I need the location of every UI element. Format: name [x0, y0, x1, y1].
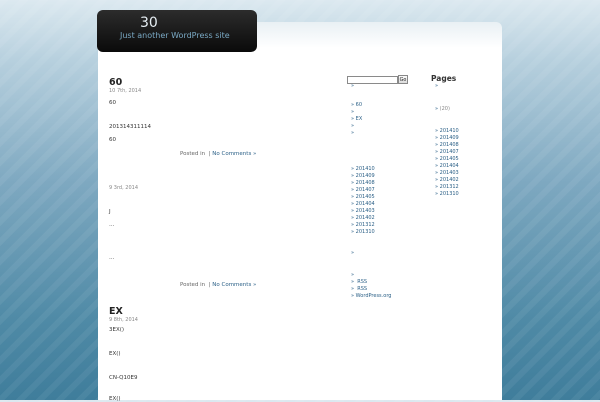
- post-title-3[interactable]: EX: [109, 306, 123, 317]
- sidebar-bullet: »: [435, 83, 439, 89]
- post-meta-1: Posted in | No Comments »: [180, 151, 257, 157]
- list-item[interactable]: » 201407: [351, 187, 375, 194]
- recent-posts-list: » 60 » » EX » »: [351, 102, 362, 137]
- post-paragraph: 201314311114: [109, 124, 151, 130]
- list-item[interactable]: » 201405: [351, 194, 375, 201]
- list-item[interactable]: » 201409: [435, 135, 459, 142]
- post-paragraph: J: [109, 209, 111, 215]
- comments-link-1[interactable]: No Comments »: [212, 151, 256, 157]
- list-item[interactable]: » EX: [351, 116, 362, 123]
- sidebar-bullet: »: [351, 250, 355, 256]
- posted-in-label: Posted in: [180, 151, 206, 157]
- category-count: (20): [439, 106, 450, 112]
- list-item[interactable]: » 60: [351, 102, 362, 109]
- sidebar-bullet: »: [351, 123, 355, 129]
- post-paragraph: CN-Q10E9: [109, 375, 138, 381]
- search-input[interactable]: [347, 76, 398, 84]
- list-item[interactable]: » RSS: [351, 286, 391, 293]
- post-paragraph: …: [109, 222, 115, 228]
- list-item[interactable]: » 201409: [351, 173, 375, 180]
- site-description: Just another WordPress site: [120, 31, 230, 40]
- meta-list: » » RSS » RSS » WordPress.org: [351, 272, 391, 300]
- list-item[interactable]: » 201402: [351, 215, 375, 222]
- list-item[interactable]: » 201404: [351, 201, 375, 208]
- list-item[interactable]: » RSS: [351, 279, 391, 286]
- list-item[interactable]: » 201403: [435, 170, 459, 177]
- list-item[interactable]: » 201403: [351, 208, 375, 215]
- list-item[interactable]: » 201408: [435, 142, 459, 149]
- sidebar-bullet: »: [351, 130, 355, 136]
- list-item[interactable]: » 201402: [435, 177, 459, 184]
- list-item[interactable]: » 201408: [351, 180, 375, 187]
- comments-link-2[interactable]: No Comments »: [212, 282, 256, 288]
- post-meta-2: Posted in | No Comments »: [180, 282, 257, 288]
- search-go-button[interactable]: Go: [398, 75, 408, 84]
- list-item[interactable]: » WordPress.org: [351, 293, 391, 300]
- post-date-3: 9 8th, 2014: [109, 317, 138, 323]
- site-title-link[interactable]: 30: [140, 15, 158, 31]
- list-item[interactable]: »: [351, 109, 362, 116]
- post-paragraph: 60: [109, 100, 116, 106]
- list-item[interactable]: » 201404: [435, 163, 459, 170]
- categories-list: » (20): [435, 106, 450, 113]
- post-title-1[interactable]: 60: [109, 77, 122, 88]
- list-item[interactable]: » 201410: [351, 166, 375, 173]
- posted-in-label: Posted in: [180, 282, 206, 288]
- archives-list: » 201410 » 201409 » 201408 » 201407 » 20…: [351, 166, 375, 236]
- list-item[interactable]: » 201410: [435, 128, 459, 135]
- list-item[interactable]: » 201405: [435, 156, 459, 163]
- pages-heading: Pages: [431, 74, 457, 83]
- list-item[interactable]: » 201310: [435, 191, 459, 198]
- post-paragraph: 3EX(): [109, 327, 125, 333]
- post-date-2: 9 3rd, 2014: [109, 185, 138, 191]
- sidebar-bullet: »: [351, 272, 355, 278]
- sidebar-bullet: »: [351, 83, 355, 89]
- list-item[interactable]: » 201312: [351, 222, 375, 229]
- list-item[interactable]: » 201312: [435, 184, 459, 191]
- list-item[interactable]: » 201310: [351, 229, 375, 236]
- archives-list-right: » 201410 » 201409 » 201408 » 201407 » 20…: [435, 128, 459, 198]
- list-item[interactable]: » (20): [435, 106, 450, 113]
- post-date-1: 10 7th, 2014: [109, 88, 142, 94]
- post-paragraph: 60: [109, 137, 116, 143]
- list-item[interactable]: » 201407: [435, 149, 459, 156]
- post-paragraph: …: [109, 255, 115, 261]
- post-paragraph: EX(): [109, 396, 121, 402]
- post-paragraph: EX(): [109, 351, 121, 357]
